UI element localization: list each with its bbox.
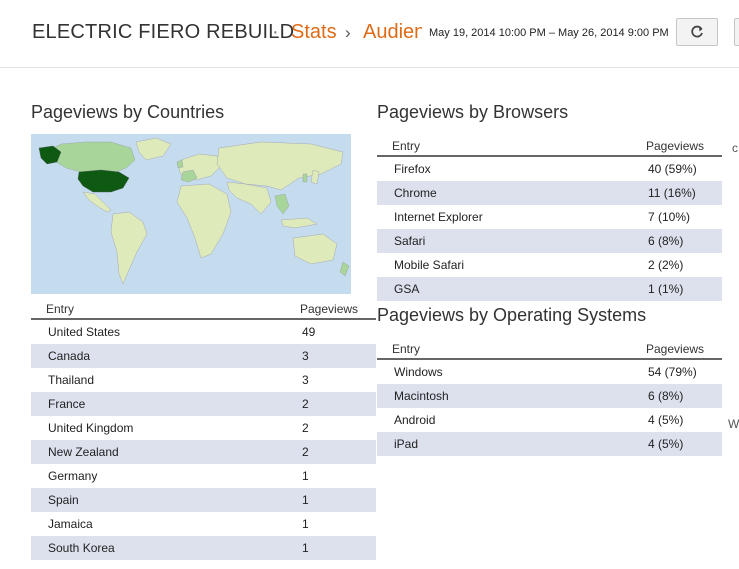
table-row: Mobile Safari 2 (2%) — [377, 253, 722, 277]
countries-title: Pageviews by Countries — [31, 102, 225, 122]
row-entry[interactable]: Macintosh — [394, 389, 449, 403]
row-pageviews: 49 — [302, 325, 316, 339]
countries-table: Entry Pageviews United States 49 Canada 3 Th… — [31, 298, 376, 560]
breadcrumb-arrow-icon: › — [345, 23, 351, 42]
row-pageviews: 6 (8%) — [648, 234, 684, 248]
row-pageviews: 54 (79%) — [648, 365, 697, 379]
table-row: Android 4 (5%) — [377, 408, 722, 432]
row-entry[interactable]: Mobile Safari — [394, 258, 464, 272]
column-header-entry[interactable]: Entry — [392, 342, 420, 356]
row-entry[interactable]: Chrome — [394, 186, 437, 200]
row-entry[interactable]: iPad — [394, 437, 418, 451]
table-row: Safari 6 (8%) — [377, 229, 722, 253]
row-pageviews: 1 — [302, 469, 309, 483]
table-row: GSA 1 (1%) — [377, 277, 722, 301]
refresh-button[interactable] — [676, 18, 718, 46]
table-row: iPad 4 (5%) — [377, 432, 722, 456]
refresh-icon — [691, 25, 703, 38]
table-row: United Kingdom 2 — [31, 416, 376, 440]
date-range: May 19, 2014 10:00 PM – May 26, 2014 9:0… — [429, 27, 669, 39]
table-row: New Zealand 2 — [31, 440, 376, 464]
table-row: South Korea 1 — [31, 536, 376, 560]
table-row: Spain 1 — [31, 488, 376, 512]
table-row: Macintosh 6 (8%) — [377, 384, 722, 408]
row-entry[interactable]: Firefox — [394, 162, 431, 176]
countries-rows: United States 49 Canada 3 Thailand 3 France 2 Un… — [31, 320, 376, 560]
os-table: Entry Pageviews Windows 54 (79%) Macintosh… — [377, 338, 722, 456]
breadcrumb-stats-link[interactable]: Stats — [291, 21, 337, 44]
title-separator: · — [272, 21, 279, 43]
world-map-svg — [38, 137, 350, 285]
table-row: Thailand 3 — [31, 368, 376, 392]
row-pageviews: 1 — [302, 517, 309, 531]
column-header-entry[interactable]: Entry — [46, 302, 74, 316]
os-table-header: Entry Pageviews — [377, 338, 722, 360]
row-entry[interactable]: Jamaica — [48, 517, 93, 531]
browsers-rows: Firefox 40 (59%) Chrome 11 (16%) Internet Ex… — [377, 157, 722, 301]
table-row: Jamaica 1 — [31, 512, 376, 536]
world-map — [31, 134, 351, 294]
row-pageviews: 2 — [302, 445, 309, 459]
row-entry[interactable]: Spain — [48, 493, 79, 507]
blog-title[interactable]: ELECTRIC FIERO REBUILD — [32, 21, 294, 44]
top-bar: ELECTRIC FIERO REBUILD · Stats › Audienc… — [0, 0, 739, 68]
row-pageviews: 1 — [302, 541, 309, 555]
row-pageviews: 3 — [302, 373, 309, 387]
column-header-pageviews[interactable]: Pageviews — [646, 342, 704, 356]
row-entry[interactable]: United Kingdom — [48, 421, 133, 435]
edge-cut-text: c — [732, 141, 738, 155]
countries-table-header: Entry Pageviews — [31, 298, 376, 320]
row-pageviews: 2 — [302, 421, 309, 435]
row-entry[interactable]: New Zealand — [48, 445, 119, 459]
browsers-table: Entry Pageviews Firefox 40 (59%) Chrome 11 … — [377, 135, 722, 301]
row-entry[interactable]: GSA — [394, 282, 419, 296]
table-row: Germany 1 — [31, 464, 376, 488]
row-pageviews: 4 (5%) — [648, 437, 684, 451]
row-pageviews: 40 (59%) — [648, 162, 697, 176]
row-entry[interactable]: Safari — [394, 234, 425, 248]
row-pageviews: 7 (10%) — [648, 210, 691, 224]
row-entry[interactable]: Canada — [48, 349, 90, 363]
table-row: Windows 54 (79%) — [377, 360, 722, 384]
row-pageviews: 11 (16%) — [648, 186, 696, 200]
row-pageviews: 6 (8%) — [648, 389, 684, 403]
row-entry[interactable]: Internet Explorer — [394, 210, 483, 224]
column-header-pageviews[interactable]: Pageviews — [300, 302, 358, 316]
row-entry[interactable]: Thailand — [48, 373, 94, 387]
row-entry[interactable]: Germany — [48, 469, 97, 483]
next-button[interactable] — [734, 18, 739, 46]
row-pageviews: 2 (2%) — [648, 258, 684, 272]
table-row: United States 49 — [31, 320, 376, 344]
browsers-table-header: Entry Pageviews — [377, 135, 722, 157]
table-row: Internet Explorer 7 (10%) — [377, 205, 722, 229]
browsers-title: Pageviews by Browsers — [377, 102, 569, 122]
table-row: Firefox 40 (59%) — [377, 157, 722, 181]
os-rows: Windows 54 (79%) Macintosh 6 (8%) Android 4 (… — [377, 360, 722, 456]
os-title: Pageviews by Operating Systems — [377, 305, 647, 325]
column-header-entry[interactable]: Entry — [392, 139, 420, 153]
row-pageviews: 1 (1%) — [648, 282, 684, 296]
table-row: Chrome 11 (16%) — [377, 181, 722, 205]
row-entry[interactable]: France — [48, 397, 85, 411]
row-pageviews: 3 — [302, 349, 309, 363]
row-entry[interactable]: Android — [394, 413, 435, 427]
column-header-pageviews[interactable]: Pageviews — [646, 139, 704, 153]
row-pageviews: 4 (5%) — [648, 413, 684, 427]
row-entry[interactable]: United States — [48, 325, 120, 339]
row-entry[interactable]: Windows — [394, 365, 443, 379]
row-entry[interactable]: South Korea — [48, 541, 115, 555]
row-pageviews: 1 — [302, 493, 309, 507]
table-row: Canada 3 — [31, 344, 376, 368]
breadcrumb-audience[interactable]: Audience — [363, 21, 422, 44]
table-row: France 2 — [31, 392, 376, 416]
edge-cut-text: W — [728, 417, 739, 431]
row-pageviews: 2 — [302, 397, 309, 411]
